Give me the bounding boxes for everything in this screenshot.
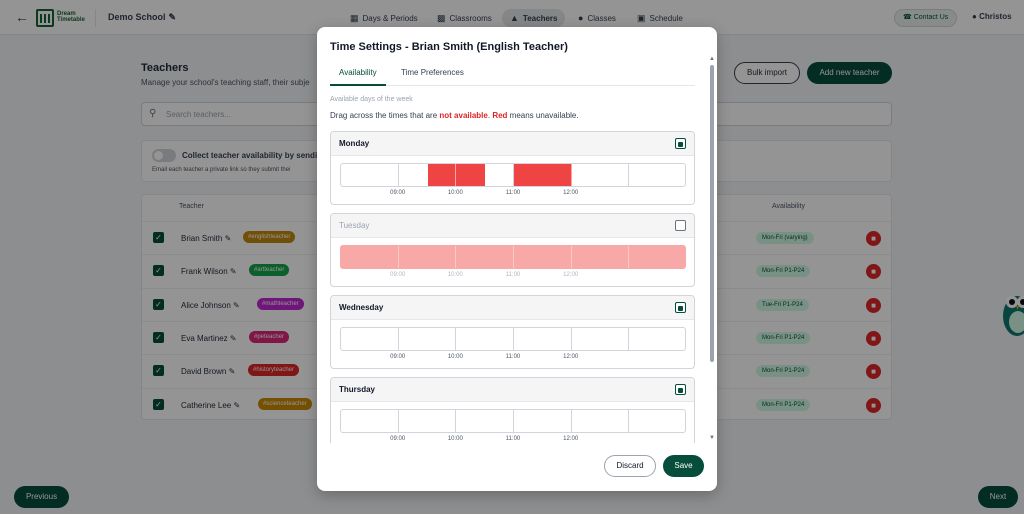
time-slot[interactable] [428, 246, 457, 268]
time-slot[interactable] [542, 164, 572, 186]
day-header: Tuesday [331, 214, 694, 238]
modal-title: Time Settings - Brian Smith (English Tea… [330, 41, 568, 53]
day-card-monday: Monday 09:00 10:00 11:00 12:00 [330, 131, 695, 205]
day-card-tuesday: Tuesday 09:00 10:00 11:00 12:00 [330, 213, 695, 287]
time-slot[interactable] [456, 246, 485, 268]
availability-timeline[interactable] [340, 163, 686, 187]
day-name: Tuesday [339, 221, 370, 230]
time-tick-label: 11:00 [505, 436, 521, 442]
save-button[interactable]: Save [663, 455, 704, 477]
time-tick-label: 10:00 [447, 190, 463, 196]
time-slot[interactable] [658, 164, 685, 186]
availability-timeline[interactable] [340, 409, 686, 433]
day-name: Thursday [339, 385, 376, 394]
time-slot[interactable] [456, 410, 485, 432]
section-label: Available days of the week [330, 96, 413, 103]
time-tick-label: 12:00 [563, 190, 579, 196]
time-slot[interactable] [514, 410, 543, 432]
time-slot[interactable] [601, 164, 630, 186]
instructions: Drag across the times that are not avail… [330, 111, 579, 120]
time-tick-label: 11:00 [505, 354, 521, 360]
time-slot[interactable] [601, 328, 630, 350]
time-slot[interactable] [370, 246, 399, 268]
day-card-wednesday: Wednesday 09:00 10:00 11:00 12:00 [330, 295, 695, 369]
scroll-up-icon[interactable]: ▲ [709, 56, 715, 62]
time-slot[interactable] [341, 410, 370, 432]
time-slot[interactable] [629, 246, 658, 268]
availability-scroll-area[interactable]: Available days of the week Drag across t… [330, 93, 704, 443]
availability-timeline[interactable] [340, 327, 686, 351]
time-tick-label: 09:00 [390, 190, 406, 196]
time-tick-label: 11:00 [505, 190, 521, 196]
time-tick-label: 10:00 [447, 272, 463, 278]
day-name: Monday [339, 139, 370, 148]
availability-timeline[interactable] [340, 245, 686, 269]
discard-button[interactable]: Discard [604, 455, 656, 477]
time-slot[interactable] [629, 328, 658, 350]
time-slot[interactable] [370, 328, 399, 350]
time-slot[interactable] [485, 328, 514, 350]
time-slot[interactable] [456, 328, 485, 350]
scrollbar-thumb[interactable] [710, 65, 714, 362]
time-slot[interactable] [543, 246, 572, 268]
time-tick-label: 12:00 [563, 272, 579, 278]
day-header: Wednesday [331, 296, 694, 320]
time-slot[interactable] [514, 328, 543, 350]
time-slot[interactable] [514, 246, 543, 268]
time-slot[interactable] [601, 246, 630, 268]
day-card-thursday: Thursday 09:00 10:00 11:00 12:00 [330, 377, 695, 443]
time-slot[interactable] [572, 246, 601, 268]
tab-availability[interactable]: Availability [330, 68, 386, 86]
time-tick-label: 09:00 [390, 354, 406, 360]
time-slot[interactable] [399, 164, 428, 186]
modal-tabs: Availability Time Preferences [330, 64, 695, 86]
time-slot[interactable] [341, 164, 370, 186]
time-slot[interactable] [399, 246, 428, 268]
day-header: Monday [331, 132, 694, 156]
time-slot[interactable] [399, 328, 428, 350]
time-slot[interactable] [658, 246, 685, 268]
time-slot[interactable] [658, 410, 685, 432]
time-slot[interactable] [456, 164, 486, 186]
time-slot[interactable] [601, 410, 630, 432]
time-slot[interactable] [428, 410, 457, 432]
tab-time-preferences[interactable]: Time Preferences [401, 68, 464, 86]
time-tick-label: 11:00 [505, 272, 521, 278]
day-name: Wednesday [339, 303, 384, 312]
time-slot[interactable] [543, 410, 572, 432]
time-slot[interactable] [514, 164, 543, 186]
time-tick-label: 12:00 [563, 354, 579, 360]
time-slot[interactable] [543, 328, 572, 350]
day-header: Thursday [331, 378, 694, 402]
time-slot[interactable] [485, 164, 514, 186]
day-enabled-checkbox[interactable] [675, 384, 686, 395]
time-slot[interactable] [370, 410, 399, 432]
time-slot[interactable] [427, 164, 457, 186]
time-slot[interactable] [572, 410, 601, 432]
time-tick-label: 12:00 [563, 436, 579, 442]
time-slot[interactable] [572, 328, 601, 350]
time-slot[interactable] [341, 328, 370, 350]
day-enabled-checkbox[interactable] [675, 302, 686, 313]
day-enabled-checkbox[interactable] [675, 138, 686, 149]
time-tick-label: 10:00 [447, 436, 463, 442]
time-tick-label: 10:00 [447, 354, 463, 360]
time-slot[interactable] [629, 164, 658, 186]
time-slot[interactable] [658, 328, 685, 350]
time-slot[interactable] [370, 164, 399, 186]
time-slot[interactable] [485, 246, 514, 268]
time-slot[interactable] [341, 246, 370, 268]
time-settings-modal: Time Settings - Brian Smith (English Tea… [317, 27, 717, 491]
time-tick-label: 09:00 [390, 436, 406, 442]
time-slot[interactable] [629, 410, 658, 432]
time-slot[interactable] [428, 328, 457, 350]
day-enabled-checkbox[interactable] [675, 220, 686, 231]
time-slot[interactable] [485, 410, 514, 432]
time-slot[interactable] [399, 410, 428, 432]
scroll-down-icon[interactable]: ▼ [709, 435, 715, 441]
time-tick-label: 09:00 [390, 272, 406, 278]
modal-scrollbar[interactable]: ▲ ▼ [709, 56, 715, 441]
time-slot[interactable] [572, 164, 601, 186]
